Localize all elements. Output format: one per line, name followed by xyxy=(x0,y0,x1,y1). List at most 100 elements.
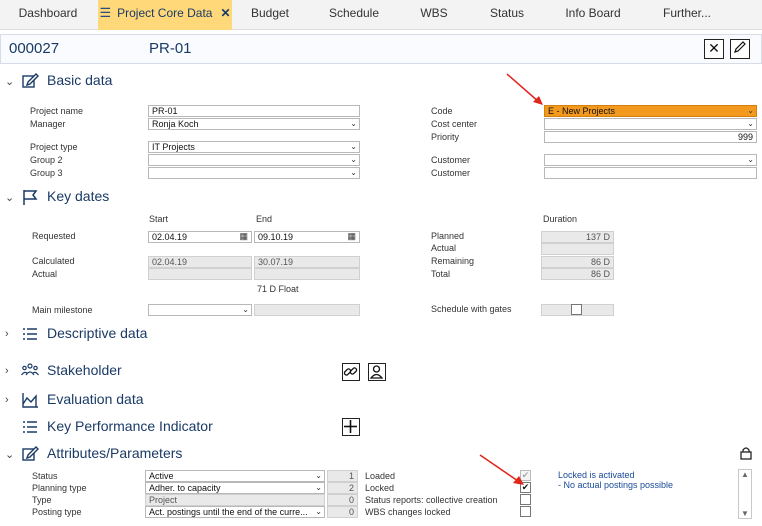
schedule-gates-checkbox[interactable] xyxy=(571,304,582,315)
group2-select[interactable]: ⌄ xyxy=(148,154,360,166)
edit-button[interactable] xyxy=(730,39,750,59)
flag-icon xyxy=(23,190,38,205)
main-milestone-select[interactable]: ⌄ xyxy=(148,304,252,316)
chevron-down-icon: ⌄ xyxy=(350,119,357,128)
actual-label: Actual xyxy=(32,269,58,279)
chevron-down-icon: ⌄ xyxy=(747,155,754,164)
float-text: 71 D Float xyxy=(257,284,299,294)
actual-duration-field xyxy=(541,243,614,255)
tab-label: Budget xyxy=(250,6,290,20)
main-milestone-label: Main milestone xyxy=(32,305,93,315)
chevron-down-icon: ⌄ xyxy=(315,507,322,516)
manager-select[interactable]: Ronja Koch ⌄ xyxy=(148,118,360,130)
group2-label: Group 2 xyxy=(30,155,63,165)
section-basic-data[interactable]: ⌄ Basic data xyxy=(0,72,762,94)
close-button[interactable]: ✕ xyxy=(704,39,724,59)
person-icon xyxy=(369,365,384,379)
tab-wbs[interactable]: WBS xyxy=(400,0,468,30)
chevron-down-icon[interactable]: ⌄ xyxy=(5,448,14,461)
tab-status[interactable]: Status xyxy=(474,0,540,30)
total-field: 86 D xyxy=(541,268,614,280)
end-label: End xyxy=(256,214,273,224)
section-evaluation-data[interactable]: › Evaluation data xyxy=(0,391,762,413)
group3-select[interactable]: ⌄ xyxy=(148,167,360,179)
edit-icon xyxy=(22,446,39,461)
tab-budget[interactable]: Budget xyxy=(234,0,306,30)
posting-type-number: 0 xyxy=(327,506,358,518)
scroll-up-icon[interactable]: ▲ xyxy=(741,470,749,479)
tab-further[interactable]: Further... xyxy=(652,0,722,30)
chevron-down-icon: ⌄ xyxy=(242,305,249,314)
scroll-down-icon[interactable]: ▼ xyxy=(741,509,749,518)
chevron-right-icon[interactable]: › xyxy=(5,328,9,340)
project-type-select[interactable]: IT Projects ⌄ xyxy=(148,141,360,153)
wbs-locked-label: WBS changes locked xyxy=(365,507,451,517)
close-tab-icon[interactable]: ✕ xyxy=(220,6,230,20)
requested-start-field[interactable]: 02.04.19 ▦ xyxy=(148,231,252,243)
list-icon xyxy=(23,328,37,340)
tab-label: Project Core Data xyxy=(117,6,213,20)
tab-info-board[interactable]: Info Board xyxy=(556,0,630,30)
project-name-field[interactable]: PR-01 xyxy=(148,105,360,117)
project-name-label: Project name xyxy=(30,106,84,116)
section-attributes-parameters[interactable]: ⌄ Attributes/Parameters xyxy=(0,445,762,467)
tab-dashboard[interactable]: Dashboard xyxy=(0,0,96,30)
person-button[interactable] xyxy=(368,363,386,381)
duration-label: Duration xyxy=(543,214,578,224)
manager-label: Manager xyxy=(30,119,66,129)
start-label: Start xyxy=(149,214,169,224)
requested-end-field[interactable]: 09.10.19 ▦ xyxy=(254,231,360,243)
locked-label: Locked xyxy=(365,483,395,493)
tab-project-core-data[interactable]: ☰ Project Core Data ✕ xyxy=(98,0,232,30)
chevron-right-icon[interactable]: › xyxy=(5,365,9,377)
type-field: Project xyxy=(145,494,325,506)
section-descriptive-data[interactable]: › Descriptive data xyxy=(0,325,762,347)
section-title: Attributes/Parameters xyxy=(47,445,183,461)
calculated-end-field: 30.07.19 xyxy=(254,256,360,268)
chevron-down-icon: ⌄ xyxy=(315,471,322,480)
customer-select[interactable]: ⌄ xyxy=(544,154,757,166)
edit-icon xyxy=(22,73,39,88)
planned-field: 137 D xyxy=(541,231,614,243)
chevron-down-icon: ⌄ xyxy=(315,483,322,492)
section-kpi[interactable]: Key Performance Indicator xyxy=(0,418,762,440)
customer2-field[interactable] xyxy=(544,167,757,179)
wbs-locked-checkbox[interactable] xyxy=(520,506,531,517)
cost-center-label: Cost center xyxy=(431,119,478,129)
tab-label: Schedule xyxy=(328,6,380,20)
posting-type-select[interactable]: Act. postings until the end of the curre… xyxy=(145,506,325,518)
tab-label: Further... xyxy=(662,6,712,20)
add-kpi-button[interactable] xyxy=(342,418,360,436)
remaining-label: Remaining xyxy=(431,256,475,266)
note-scrollbar[interactable]: ▲ ▼ xyxy=(738,469,752,519)
code-select[interactable]: E - New Projects ⌄ xyxy=(544,105,757,117)
lock-icon xyxy=(740,447,752,460)
chevron-down-icon[interactable]: ⌄ xyxy=(5,75,14,88)
code-label: Code xyxy=(431,106,453,116)
cost-center-select[interactable]: ⌄ xyxy=(544,118,757,130)
menu-icon: ☰ xyxy=(99,5,112,20)
pencil-icon xyxy=(734,41,746,53)
priority-label: Priority xyxy=(431,132,460,142)
area-chart-icon xyxy=(22,393,38,408)
link-button[interactable] xyxy=(342,363,360,381)
chevron-right-icon[interactable]: › xyxy=(5,394,9,406)
annotation-arrow-icon xyxy=(479,454,524,485)
calendar-icon[interactable]: ▦ xyxy=(239,232,248,241)
schedule-gates-label: Schedule with gates xyxy=(431,304,512,314)
tab-schedule[interactable]: Schedule xyxy=(316,0,392,30)
actual-end-field xyxy=(254,268,360,280)
section-title: Basic data xyxy=(47,72,113,88)
link-icon xyxy=(343,367,358,376)
chevron-down-icon[interactable]: ⌄ xyxy=(5,191,14,204)
requested-start-value: 02.04.19 xyxy=(152,232,188,242)
calendar-icon[interactable]: ▦ xyxy=(347,232,356,241)
chevron-down-icon: ⌄ xyxy=(747,119,754,128)
section-key-dates[interactable]: ⌄ Key dates xyxy=(0,188,762,210)
priority-field[interactable]: 999 xyxy=(544,131,757,143)
planning-type-select[interactable]: Adher. to capacity ⌄ xyxy=(145,482,325,494)
calculated-label: Calculated xyxy=(32,256,75,266)
calculated-start-field: 02.04.19 xyxy=(148,256,252,268)
status-select[interactable]: Active ⌄ xyxy=(145,470,325,482)
status-reports-checkbox[interactable] xyxy=(520,494,531,505)
